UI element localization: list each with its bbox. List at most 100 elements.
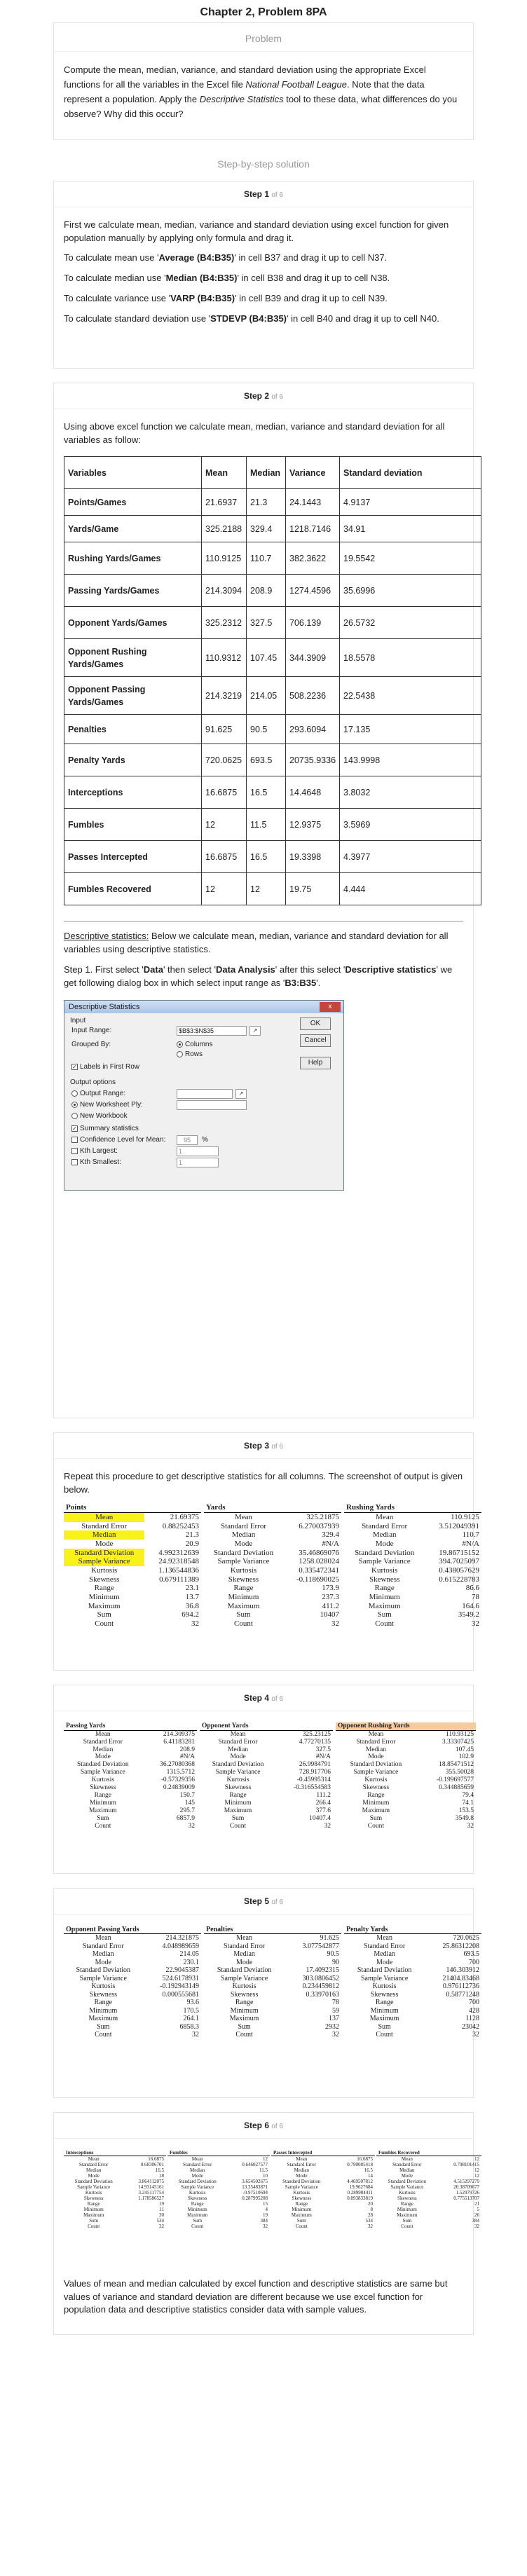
stat-value: 21.69375 <box>170 1513 199 1522</box>
labels-checkbox[interactable]: ✓ Labels in First Row <box>71 1062 139 1073</box>
stats-row: Maximum 411.2 <box>204 1602 341 1611</box>
stat-value: 1.136544836 <box>158 1566 199 1575</box>
stat-value: 19 <box>263 2212 268 2219</box>
stat-value: 10407.4 <box>309 1814 331 1822</box>
close-icon[interactable]: x <box>320 1001 341 1012</box>
confidence-field[interactable]: 95 <box>177 1135 198 1145</box>
stat-value: -0.192943149 <box>160 1982 199 1991</box>
stat-label: Kurtosis <box>189 2190 206 2196</box>
stat-label: Mode <box>95 1958 111 1966</box>
stats-row: Mean 16.6875 <box>271 2156 375 2162</box>
solution-label: Step-by-step solution <box>217 158 310 170</box>
stat-value: 214.309375 <box>163 1730 195 1738</box>
table-cell: 3.8032 <box>339 776 481 809</box>
ok-button[interactable]: OK <box>300 1017 331 1030</box>
stats-row: Mode #N/A <box>200 1753 333 1761</box>
stats-row: Mode 20.9 <box>64 1540 201 1549</box>
summary-statistics-checkbox[interactable]: ✓ Summary statistics <box>71 1124 139 1135</box>
stat-value: 32 <box>472 1619 479 1628</box>
stats-row: Median 11.5 <box>167 2167 270 2173</box>
stat-label: Kurtosis <box>230 1566 257 1575</box>
new-worksheet-field[interactable] <box>177 1099 247 1110</box>
stat-label: Standard Deviation <box>77 1761 129 1769</box>
stat-label: Sum <box>296 2218 306 2224</box>
new-worksheet-radio[interactable]: New Worksheet Ply: <box>71 1100 143 1111</box>
table-cell: Penalty Yards <box>64 744 202 777</box>
stats-row: Sample Variance 355.50028 <box>336 1769 476 1776</box>
stat-value: 21 <box>474 2201 479 2207</box>
cancel-button[interactable]: Cancel <box>300 1034 331 1047</box>
stats-row: Standard Error 6.41183281 <box>64 1739 197 1746</box>
stat-label: Mode <box>296 2172 308 2179</box>
stats-row: Median 16.5 <box>271 2167 375 2173</box>
stats-row: Skewness 0.093833819 <box>271 2195 375 2201</box>
table-cell: Opponent Rushing Yards/Games <box>64 638 202 678</box>
stat-value: 19 <box>159 2201 164 2207</box>
stats-column-header: Opponent Rushing Yards <box>336 1722 476 1731</box>
table-cell: 19.3398 <box>285 840 341 874</box>
table-cell: 16.6875 <box>201 840 247 874</box>
stats-row: Skewness 0.775513707 <box>376 2195 481 2201</box>
stat-value: 0.68306701 <box>140 2161 164 2167</box>
stats-row: Sum 6857.9 <box>64 1815 197 1823</box>
stats-row: Median 693.5 <box>344 1950 481 1959</box>
stat-label: Range <box>400 2201 413 2207</box>
stat-value: 36.27080368 <box>160 1761 195 1769</box>
stats-row: Sum 384 <box>376 2218 481 2224</box>
step-1-intro: First we calculate mean, median, varianc… <box>64 219 449 243</box>
stats-row: Maximum 377.6 <box>200 1807 333 1815</box>
table-cell: 325.2312 <box>201 606 247 640</box>
kth-smallest-checkbox[interactable]: Kth Smallest: <box>71 1158 121 1168</box>
table-row: Fumbles Recovered 12 12 19.75 4.444 <box>64 872 481 906</box>
kth-smallest-field[interactable]: 1 <box>177 1157 219 1167</box>
stat-value: 325.21875 <box>306 1513 339 1522</box>
table-cell: 24.1443 <box>285 488 341 516</box>
stat-value: 25.86312208 <box>442 1942 480 1950</box>
output-range-field[interactable] <box>177 1088 233 1099</box>
stats-row: Mean 325.23125 <box>200 1730 333 1738</box>
stat-label: Range <box>191 2201 204 2207</box>
stat-label: Standard Deviation <box>355 1548 415 1557</box>
stat-label: Maximum <box>229 2015 259 2023</box>
stat-value: 266.4 <box>315 1800 331 1807</box>
stats-row: Maximum 26 <box>376 2212 481 2218</box>
input-range-field[interactable]: $B$3:$N$35 <box>177 1025 247 1036</box>
kth-largest-checkbox[interactable]: Kth Largest: <box>71 1146 118 1157</box>
new-workbook-radio[interactable]: New Workbook <box>71 1111 128 1122</box>
descriptive-statistics-dialog: Descriptive Statistics x Input Input Ran… <box>64 999 344 1191</box>
stat-label: Maximum <box>88 2015 118 2023</box>
stat-value: 19.86715152 <box>439 1548 479 1557</box>
stat-value: 32 <box>192 2031 199 2039</box>
stat-value: 23.1 <box>185 1584 199 1593</box>
stats-row: Count 32 <box>271 2224 375 2229</box>
stats-row: Standard Deviation 19.86715152 <box>344 1549 481 1558</box>
stats-row: Standard Deviation 36.27080368 <box>64 1761 197 1769</box>
help-button[interactable]: Help <box>300 1056 331 1069</box>
stat-label: Range <box>375 1999 394 2007</box>
stat-label: Kurtosis <box>91 1776 114 1784</box>
kth-largest-field[interactable]: 1 <box>177 1146 219 1156</box>
stat-value: 150.7 <box>179 1792 195 1800</box>
step-6-header: Step 6 of 6 <box>243 2121 284 2131</box>
rows-radio[interactable]: Rows <box>177 1050 203 1060</box>
stat-value: 111.2 <box>316 1792 331 1800</box>
stats-row: Standard Deviation 17.4092315 <box>204 1966 341 1975</box>
stats-row: Mean 214.309375 <box>64 1730 197 1738</box>
stat-label: Standard Deviation <box>212 1761 264 1769</box>
table-row: Penalty Yards 720.0625 693.5 20735.9336 143.… <box>64 744 481 777</box>
columns-radio[interactable]: Columns <box>177 1040 212 1050</box>
stats-row: Mean 12 <box>167 2156 270 2162</box>
range-picker-icon[interactable]: ↗ <box>249 1025 261 1036</box>
stat-value: 32 <box>368 2224 373 2230</box>
table-cell: 90.5 <box>246 714 286 745</box>
stat-label: Standard Error <box>220 1521 267 1530</box>
table-row: Interceptions 16.6875 16.5 14.4648 3.8032 <box>64 776 481 809</box>
stat-label: Count <box>229 1822 247 1830</box>
stat-label: Maximum <box>83 2212 104 2219</box>
confidence-checkbox[interactable]: Confidence Level for Mean: <box>71 1135 165 1146</box>
stat-value: 208.9 <box>179 1746 195 1753</box>
output-range-radio[interactable]: Output Range: <box>71 1089 125 1099</box>
stat-value: 0.344885659 <box>439 1784 474 1792</box>
range-picker-icon[interactable]: ↗ <box>235 1088 247 1099</box>
stat-label: Standard Error <box>83 1738 123 1746</box>
